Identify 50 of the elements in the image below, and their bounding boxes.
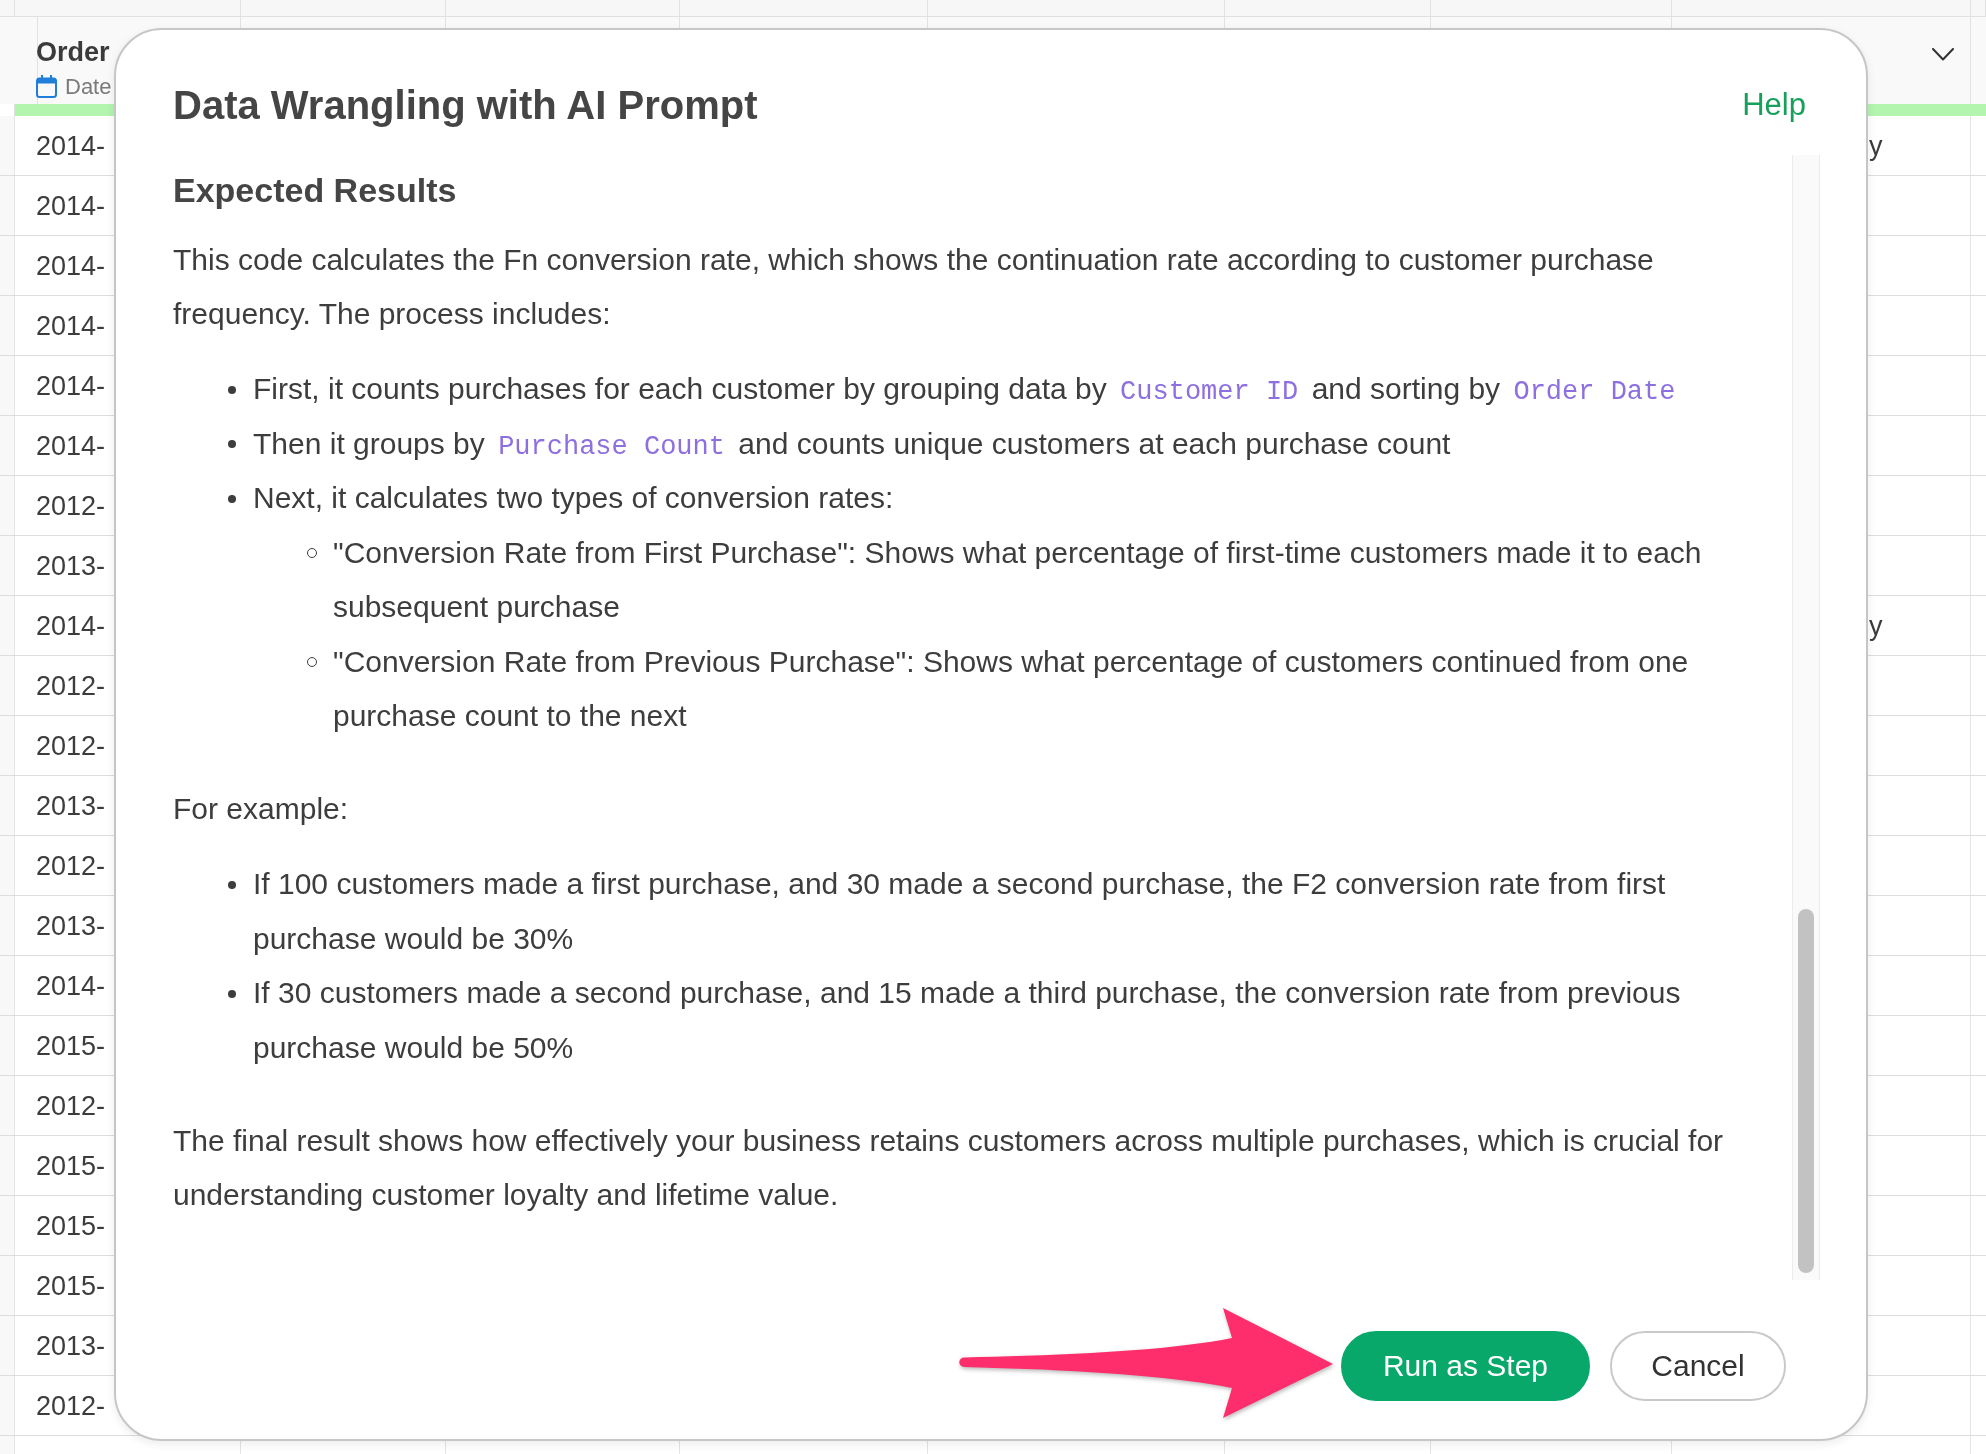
date-value: 2012- [36, 849, 106, 882]
bullet-icon [228, 385, 236, 394]
list-item-text: If 100 customers made a first purchase, and 30 made a second purchase, the F2 conversion rate from first purchase would be 30% [253, 866, 1667, 957]
date-value: 2013- [36, 549, 106, 582]
scrollbar-thumb[interactable] [1798, 909, 1814, 1273]
section-heading: Expected Results [173, 170, 457, 210]
paragraph: This code calculates the Fn conversion rate, which shows the continuation rate according to customer purchase frequency. The process includes: [173, 241, 1655, 333]
bullet-icon [228, 989, 236, 998]
date-value: 2014- [36, 429, 106, 462]
date-value: 2014- [36, 969, 106, 1002]
paragraph: For example: [173, 791, 349, 828]
calendar-icon [36, 75, 57, 98]
scrollbar-track[interactable] [1792, 155, 1820, 1280]
date-value: 2012- [36, 1089, 106, 1122]
column-type-label: Date [65, 75, 112, 98]
column-title: Order [36, 36, 110, 68]
cancel-button[interactable]: Cancel [1610, 1331, 1786, 1401]
date-value: 2014- [36, 369, 106, 402]
list-item-text: If 30 customers made a second purchase, and 15 made a third purchase, the conversion rate from previous purchase would be 50% [253, 975, 1682, 1066]
run-button[interactable]: Run as Step [1341, 1331, 1590, 1401]
date-value: 2012- [36, 729, 106, 762]
date-value: 2014- [36, 129, 106, 162]
date-value: 2014- [36, 189, 106, 222]
list-item-text: "Conversion Rate from First Purchase": Shows what percentage of first-time customers made it to each subsequent purchase [333, 534, 1703, 626]
date-value: 2013- [36, 909, 106, 942]
date-value: 2015- [36, 1029, 106, 1062]
list-item-text: Then it groups by Purchase Count and counts unique customers at each purchase count [253, 425, 1451, 464]
bullet-icon [228, 494, 236, 503]
list-item-text: First, it counts purchases for each customer by grouping data by Customer ID and sorting by Order Date [253, 371, 1677, 410]
date-value: 2014- [36, 249, 106, 282]
list-item-text: "Conversion Rate from Previous Purchase": Shows what percentage of customers continued from one purchase count to the next [333, 643, 1690, 735]
date-value: 2013- [36, 789, 106, 822]
bullet-icon [228, 440, 236, 448]
date-value: 2015- [36, 1209, 106, 1242]
paragraph: The final result shows how effectively your business retains customers across multiple purchases, which is crucial for understanding customer loyalty and lifetime value. [173, 1122, 1725, 1214]
help-link[interactable]: Help [1742, 81, 1806, 129]
column-value: y [1869, 609, 1883, 642]
date-value: 2012- [36, 669, 106, 702]
date-value: 2014- [36, 609, 106, 642]
date-value: 2015- [36, 1149, 106, 1182]
list-item-text: Next, it calculates two types of conversion rates: [253, 480, 894, 517]
date-value: 2012- [36, 1389, 106, 1422]
date-value: 2012- [36, 489, 106, 522]
dialog-title: Data Wrangling with AI Prompt [173, 82, 758, 129]
chevron-down-icon[interactable] [1932, 48, 1954, 61]
date-value: 2015- [36, 1269, 106, 1302]
date-value: 2013- [36, 1329, 106, 1362]
column-value: y [1869, 129, 1883, 162]
bullet-icon [228, 880, 236, 889]
date-value: 2014- [36, 309, 106, 342]
